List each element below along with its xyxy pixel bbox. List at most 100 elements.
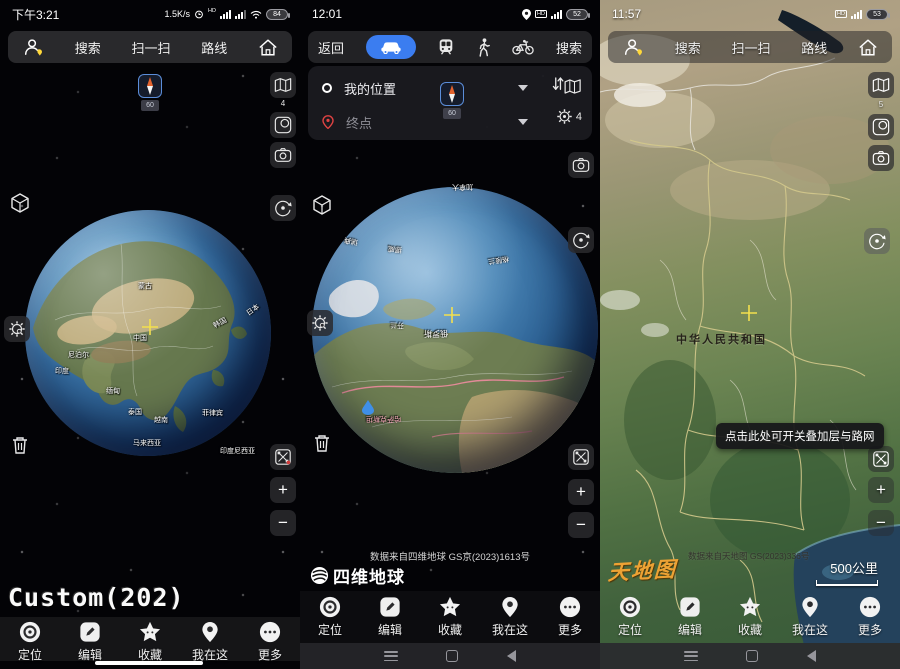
nav-favorites[interactable]: 收藏 [422,596,478,638]
nav-im-here[interactable]: 我在这 [182,621,238,663]
mode-walk-button[interactable] [477,38,491,57]
screenshot-button[interactable] [568,152,594,178]
nav-edit[interactable]: 编辑 [362,596,418,638]
scan-button[interactable]: 扫一扫 [131,38,170,57]
edit-icon [679,596,701,618]
atlas-button[interactable] [868,72,894,98]
nav-im-here[interactable]: 我在这 [482,596,538,638]
mode-bike-button[interactable] [512,39,534,55]
nav-label: 更多 [258,646,282,663]
home-icon[interactable] [258,38,278,57]
nav-favorites[interactable]: 收藏 [122,621,178,663]
rotate-view-button[interactable] [568,227,594,253]
zoom-in-button[interactable]: + [568,479,594,505]
back-button[interactable]: 返回 [318,38,344,57]
nav-label: 收藏 [438,621,462,638]
hd-label: HD [208,8,216,14]
bottom-nav: 定位 编辑 收藏 我在这 更多 [600,596,900,638]
chevron-down-icon[interactable] [518,119,528,125]
gear-icon [556,108,573,125]
battery-icon: 53 [866,9,888,20]
overlay-toggle-button[interactable] [568,444,594,470]
delete-button[interactable] [7,432,33,458]
nav-favorites[interactable]: 收藏 [722,596,778,638]
locate-icon [619,596,641,618]
zoom-out-button[interactable]: − [568,512,594,538]
search-button[interactable]: 搜索 [556,38,582,57]
nav-more[interactable]: 更多 [842,596,898,638]
route-to-row[interactable]: 终点 [322,110,528,134]
screenshot-button[interactable] [270,142,296,168]
compass-calibrate-button[interactable] [270,112,296,138]
home-indicator[interactable] [95,661,203,665]
route-list-button[interactable] [552,76,582,96]
nav-locate[interactable]: 定位 [602,596,658,638]
recent-apps-icon[interactable] [684,651,698,661]
nav-more[interactable]: 更多 [542,596,598,638]
map-label: 菲律宾 [202,408,223,418]
route-to-field[interactable]: 终点 [346,113,372,132]
map-settings-button[interactable] [4,316,30,342]
nav-label: 定位 [618,621,642,638]
nav-label: 编辑 [678,621,702,638]
nav-edit[interactable]: 编辑 [662,596,718,638]
overlay-toggle-button[interactable] [270,444,296,470]
map-settings-button[interactable] [307,310,333,336]
chevron-down-icon[interactable] [518,85,528,91]
home-icon[interactable] [858,38,878,57]
route-from-field[interactable]: 我的位置 [344,79,396,98]
mode-drive-button[interactable] [366,35,416,59]
route-button[interactable]: 路线 [201,38,227,57]
profile-button[interactable] [622,37,644,57]
gps-pin-icon [522,9,531,20]
search-button[interactable]: 搜索 [675,38,701,57]
overlay-toggle-button[interactable] [868,446,894,472]
back-triangle-icon[interactable] [507,650,516,662]
nav-im-here[interactable]: 我在这 [782,596,838,638]
scale-label: 500公里 [830,558,878,577]
zoom-out-button[interactable]: − [270,510,296,536]
zoom-in-button[interactable]: + [270,477,296,503]
mode-transit-button[interactable] [437,38,455,56]
nav-locate[interactable]: 定位 [2,621,58,663]
nav-edit[interactable]: 编辑 [62,621,118,663]
3d-mode-button[interactable] [309,192,335,218]
cube-3d-icon [9,192,31,214]
trash-icon [313,433,331,453]
zoom-out-button[interactable]: − [868,510,894,536]
search-button[interactable]: 搜索 [75,38,101,57]
compass-calibrate-button[interactable] [868,114,894,140]
recent-apps-icon[interactable] [384,651,398,661]
profile-button[interactable] [22,37,44,57]
zoom-in-button[interactable]: + [868,477,894,503]
rotate-view-button[interactable] [864,228,890,254]
more-icon [259,621,281,643]
status-bar: 12:01 HD 52 [300,0,600,28]
delete-button[interactable] [309,430,335,456]
phone-screen-globe-custom: 蒙古 中国 韩国 日本 印度 尼泊尔 缅甸 泰国 越南 菲律宾 马来西亚 印度尼… [0,0,300,669]
route-from-row[interactable]: 我的位置 [322,76,528,100]
compass-heading-badge: 60 [141,100,159,111]
home-square-icon[interactable] [746,650,758,662]
atlas-button[interactable] [270,72,296,98]
route-button[interactable]: 路线 [801,38,827,57]
more-icon [859,596,881,618]
compass-heading-badge: 60 [443,108,461,119]
rotate-view-button[interactable] [270,195,296,221]
overlay-grid-icon [572,448,590,466]
screenshot-button[interactable] [868,145,894,171]
compass-widget[interactable] [138,74,162,98]
compass-widget[interactable] [440,82,464,106]
nav-locate[interactable]: 定位 [302,596,358,638]
map-label: 俄罗斯 [424,328,448,339]
scan-button[interactable]: 扫一扫 [731,38,770,57]
3d-mode-button[interactable] [7,190,33,216]
home-square-icon[interactable] [446,650,458,662]
nav-more[interactable]: 更多 [242,621,298,663]
earth-globe-inverted[interactable] [312,187,598,473]
route-settings-button[interactable]: 4 [556,108,582,125]
back-triangle-icon[interactable] [807,650,816,662]
signal-icon [851,10,862,19]
overlay-tooltip[interactable]: 点击此处可开关叠加层与路网 [716,423,884,449]
hd-badge: HD [835,10,847,18]
